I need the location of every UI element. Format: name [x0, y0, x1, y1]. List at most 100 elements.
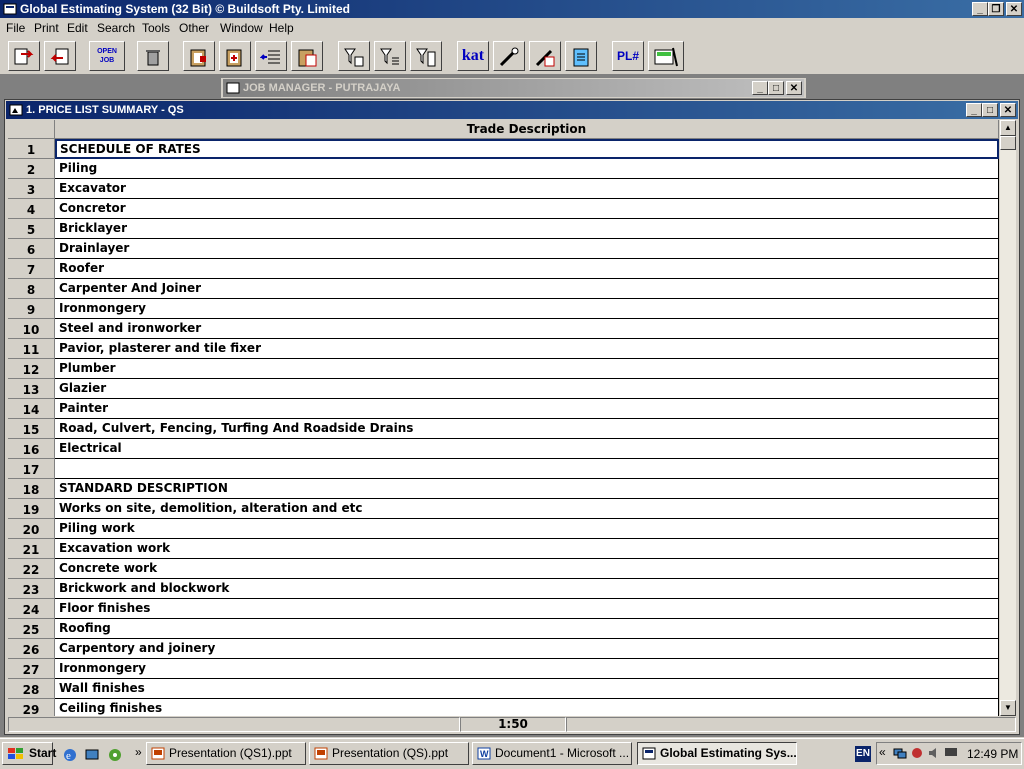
row-number[interactable]: 2	[8, 159, 55, 179]
restore-button[interactable]: ❐	[988, 2, 1004, 16]
trade-description-cell[interactable]: Pavior, plasterer and tile fixer	[55, 339, 999, 359]
table-row[interactable]: 5 Bricklayer	[8, 219, 999, 239]
menu-search[interactable]: Search	[97, 21, 135, 35]
media-icon[interactable]	[107, 747, 123, 763]
trade-description-cell[interactable]: Carpenter And Joiner	[55, 279, 999, 299]
row-number[interactable]: 12	[8, 359, 55, 379]
table-row[interactable]: 14 Painter	[8, 399, 999, 419]
table-row[interactable]: 20 Piling work	[8, 519, 999, 539]
task-presentation-qs[interactable]: Presentation (QS).ppt	[309, 742, 469, 765]
trade-description-cell[interactable]: Steel and ironworker	[55, 319, 999, 339]
table-row[interactable]: 18 STANDARD DESCRIPTION	[8, 479, 999, 499]
open-job-button[interactable]: OPEN JOB	[89, 41, 125, 71]
menu-edit[interactable]: Edit	[67, 21, 88, 35]
ie-icon[interactable]: e	[62, 747, 78, 763]
trade-grid[interactable]: Trade Description 1 SCHEDULE OF RATES 2 Pil…	[8, 120, 999, 716]
menu-other[interactable]: Other	[179, 21, 209, 35]
trade-description-cell[interactable]: Road, Culvert, Fencing, Turfing And Road…	[55, 419, 999, 439]
table-row[interactable]: 1 SCHEDULE OF RATES	[8, 139, 999, 159]
task-global-estimating[interactable]: Global Estimating Sys...	[637, 742, 797, 765]
trade-description-cell[interactable]: Roofing	[55, 619, 999, 639]
row-number[interactable]: 22	[8, 559, 55, 579]
trade-description-cell[interactable]: Excavator	[55, 179, 999, 199]
table-row[interactable]: 28 Wall finishes	[8, 679, 999, 699]
trade-description-cell[interactable]: Painter	[55, 399, 999, 419]
table-row[interactable]: 17	[8, 459, 999, 479]
monitor-icon[interactable]	[944, 746, 958, 760]
table-row[interactable]: 19 Works on site, demolition, alteration …	[8, 499, 999, 519]
app-title-bar[interactable]: Global Estimating System (32 Bit) © Buil…	[0, 0, 1024, 18]
clipboard-add-button[interactable]	[219, 41, 251, 71]
trade-description-cell[interactable]: Electrical	[55, 439, 999, 459]
job-manager-window[interactable]: JOB MANAGER - PUTRAJAYA _ □ ✕	[221, 78, 806, 98]
kat-button[interactable]: kat	[457, 41, 489, 71]
table-row[interactable]: 16 Electrical	[8, 439, 999, 459]
trade-description-cell[interactable]: Plumber	[55, 359, 999, 379]
quicklaunch-chevron-icon[interactable]: »	[135, 745, 142, 759]
table-row[interactable]: 15 Road, Culvert, Fencing, Turfing And Ro…	[8, 419, 999, 439]
trade-description-cell[interactable]: STANDARD DESCRIPTION	[55, 479, 999, 499]
list-arrow-button[interactable]	[255, 41, 287, 71]
task-document1-word[interactable]: W Document1 - Microsoft ...	[472, 742, 632, 765]
menu-file[interactable]: File	[6, 21, 25, 35]
trade-description-cell[interactable]: Concrete work	[55, 559, 999, 579]
row-number[interactable]: 18	[8, 479, 55, 499]
filter-1-button[interactable]	[338, 41, 370, 71]
trash-button[interactable]	[137, 41, 169, 71]
menu-help[interactable]: Help	[269, 21, 294, 35]
table-row[interactable]: 27 Ironmongery	[8, 659, 999, 679]
price-list-title-bar[interactable]: 1. PRICE LIST SUMMARY - QS _ □ ✕	[6, 101, 1018, 119]
trade-description-cell[interactable]	[55, 459, 999, 479]
job-maximize-button[interactable]: □	[768, 81, 784, 95]
row-number[interactable]: 28	[8, 679, 55, 699]
table-row[interactable]: 26 Carpentory and joinery	[8, 639, 999, 659]
tool-2-button[interactable]	[529, 41, 561, 71]
table-row[interactable]: 10 Steel and ironworker	[8, 319, 999, 339]
trade-description-cell[interactable]: Piling work	[55, 519, 999, 539]
row-number[interactable]: 16	[8, 439, 55, 459]
clock[interactable]: 12:49 PM	[967, 747, 1018, 761]
table-row[interactable]: 21 Excavation work	[8, 539, 999, 559]
vertical-scrollbar[interactable]: ▲ ▼	[1000, 120, 1016, 716]
row-number[interactable]: 7	[8, 259, 55, 279]
row-number[interactable]: 23	[8, 579, 55, 599]
filter-2-button[interactable]	[374, 41, 406, 71]
clipboard-paste-button[interactable]	[291, 41, 323, 71]
row-number[interactable]: 9	[8, 299, 55, 319]
volume-icon[interactable]	[927, 746, 941, 760]
menu-print[interactable]: Print	[34, 21, 59, 35]
table-row[interactable]: 23 Brickwork and blockwork	[8, 579, 999, 599]
row-number[interactable]: 25	[8, 619, 55, 639]
minimize-button[interactable]: _	[972, 2, 988, 16]
price-list-button[interactable]: PL#	[612, 41, 644, 71]
row-number[interactable]: 14	[8, 399, 55, 419]
row-number[interactable]: 17	[8, 459, 55, 479]
row-number[interactable]: 11	[8, 339, 55, 359]
trade-description-cell[interactable]: Carpentory and joinery	[55, 639, 999, 659]
table-row[interactable]: 7 Roofer	[8, 259, 999, 279]
job-minimize-button[interactable]: _	[752, 81, 768, 95]
clipboard-red-button[interactable]	[183, 41, 215, 71]
row-number[interactable]: 21	[8, 539, 55, 559]
row-number[interactable]: 13	[8, 379, 55, 399]
table-row[interactable]: 12 Plumber	[8, 359, 999, 379]
row-number[interactable]: 1	[8, 139, 55, 159]
scroll-up-button[interactable]: ▲	[1000, 120, 1016, 136]
trade-description-cell[interactable]: Ironmongery	[55, 659, 999, 679]
pl-maximize-button[interactable]: □	[982, 103, 998, 117]
row-number[interactable]: 10	[8, 319, 55, 339]
network-icon[interactable]	[893, 746, 907, 760]
language-indicator[interactable]: EN	[855, 746, 871, 762]
task-presentation-qs1[interactable]: Presentation (QS1).ppt	[146, 742, 306, 765]
row-number[interactable]: 4	[8, 199, 55, 219]
menu-window[interactable]: Window	[220, 21, 263, 35]
row-number[interactable]: 20	[8, 519, 55, 539]
row-number[interactable]: 26	[8, 639, 55, 659]
notepad-button[interactable]	[565, 41, 597, 71]
row-number[interactable]: 19	[8, 499, 55, 519]
row-number[interactable]: 15	[8, 419, 55, 439]
trade-description-cell[interactable]: Piling	[55, 159, 999, 179]
trade-description-cell[interactable]: Floor finishes	[55, 599, 999, 619]
trade-description-cell[interactable]: Glazier	[55, 379, 999, 399]
row-number[interactable]: 8	[8, 279, 55, 299]
